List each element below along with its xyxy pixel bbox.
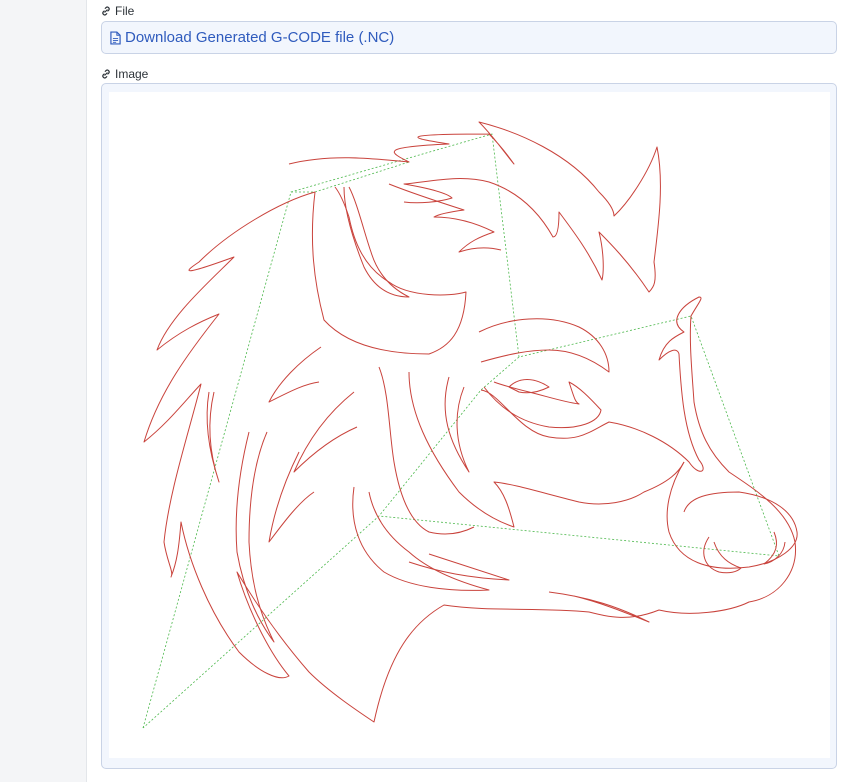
- file-icon: [110, 30, 121, 45]
- cut-paths: [143, 121, 798, 723]
- file-field-box: Download Generated G-CODE file (.NC): [101, 21, 837, 54]
- file-field-label: File: [100, 4, 134, 18]
- image-label-text: Image: [115, 67, 149, 81]
- travel-paths: [142, 133, 780, 729]
- link-icon: [102, 6, 110, 16]
- file-label-text: File: [115, 4, 135, 18]
- download-gcode-link[interactable]: Download Generated G-CODE file (.NC): [110, 29, 394, 46]
- toolpath-preview-image: [109, 92, 830, 758]
- boar-head-drawing: [142, 121, 798, 729]
- download-link-text[interactable]: Download Generated G-CODE file (.NC): [125, 29, 394, 46]
- image-field-label: Image: [100, 67, 148, 81]
- link-icon: [102, 69, 110, 79]
